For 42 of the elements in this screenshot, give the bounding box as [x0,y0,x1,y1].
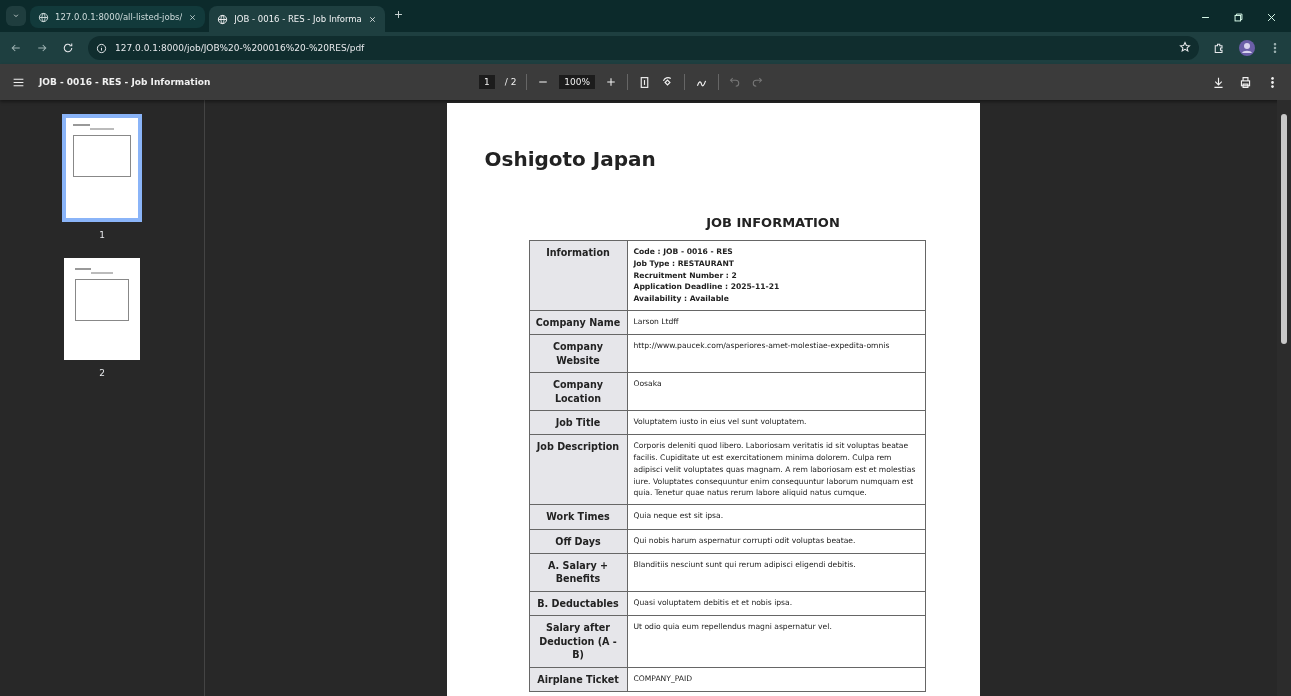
company-heading: Oshigoto Japan [484,147,657,171]
section-heading: JOB INFORMATION [704,215,841,230]
page-number-label: 2 [99,368,105,378]
close-icon[interactable] [367,14,377,24]
row-label: B. Deductables [529,591,627,616]
zoom-in-icon[interactable] [605,76,618,88]
info-icon[interactable] [96,42,107,54]
row-label: Off Days [529,529,627,554]
close-icon[interactable] [1266,12,1277,23]
row-label: Work Times [529,504,627,530]
avatar-icon[interactable] [1239,40,1255,56]
forward-arrow-icon[interactable] [36,42,48,54]
row-label: Airplane Ticket [529,667,627,692]
star-icon[interactable] [1179,41,1191,53]
page-count: / 2 [504,77,517,87]
scrollbar-thumb[interactable] [1281,114,1287,344]
row-label: A. Salary + Benefits [529,553,627,592]
globe-icon[interactable] [38,11,49,23]
row-label: Salary after Deduction (A - B) [529,615,627,668]
download-icon[interactable] [1212,75,1225,89]
row-label: Job Title [529,410,627,435]
page-number-field[interactable]: 1 [479,75,495,89]
puzzle-icon[interactable] [1213,41,1225,54]
restore-icon[interactable] [1233,12,1244,23]
close-icon[interactable] [188,12,198,22]
zoom-field[interactable]: 100% [559,75,596,89]
page-thumbnail[interactable] [64,258,140,360]
row-label: Company Name [529,310,627,335]
row-label: Job Description [529,434,627,505]
page-thumbnail[interactable] [62,114,142,222]
address-bar[interactable]: 127.0.0.1:8000/job/JOB%20-%200016%20-%20RES/pdf [88,36,1199,60]
row-label: Company Website [529,334,627,373]
browser-tab[interactable]: 127.0.0.1:8000/all-listed-jobs/ [30,6,206,28]
row-label: Information [529,240,627,311]
document-title: JOB - 0016 - RES - Job Information [39,77,212,87]
reload-icon[interactable] [62,41,74,54]
browser-tab[interactable]: JOB - 0016 - RES - Job Informa [209,6,385,32]
back-arrow-icon[interactable] [10,42,22,54]
row-label: Company Location [529,372,627,411]
plus-icon[interactable] [392,9,404,20]
print-icon[interactable] [1239,75,1252,89]
page-number-label: 1 [99,230,105,240]
